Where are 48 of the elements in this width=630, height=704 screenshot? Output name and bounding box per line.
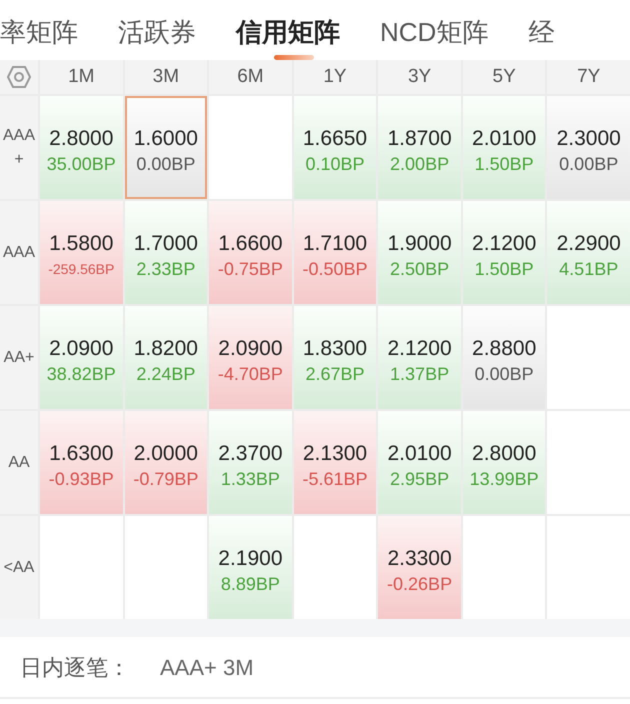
matrix-cell[interactable]: 1.9000 2.50BP xyxy=(378,201,461,304)
tab[interactable]: 率矩阵 xyxy=(0,14,78,50)
tab[interactable]: 经 xyxy=(528,14,554,50)
matrix-cell[interactable]: 2.0100 2.95BP xyxy=(378,411,461,514)
row-label: <AA xyxy=(2,558,36,578)
matrix-cell[interactable]: 2.0000 -0.79BP xyxy=(124,411,208,514)
matrix-cell[interactable]: 2.3000 0.00BP xyxy=(547,96,630,199)
matrix-cell[interactable]: 1.8700 2.00BP xyxy=(378,96,461,199)
matrix-cell[interactable]: 1.8300 2.67BP xyxy=(294,306,376,409)
tab[interactable]: NCD矩阵 xyxy=(380,14,488,50)
column-header: 3Y xyxy=(408,64,432,89)
matrix-cell[interactable]: 1.7000 2.33BP xyxy=(124,201,208,304)
row-label: AA+ xyxy=(2,348,36,368)
matrix-cell[interactable]: 1.5800 -259.56BP xyxy=(40,201,123,304)
matrix-cell[interactable]: 1.6650 0.10BP xyxy=(294,96,376,199)
footer-label: 日内逐笔： xyxy=(20,654,131,682)
row-label: AAA xyxy=(2,242,36,262)
column-header: 3M xyxy=(152,64,180,89)
column-header: 7Y xyxy=(577,64,600,89)
matrix-cell[interactable]: 2.2900 4.51BP xyxy=(547,201,630,304)
column-header: 1M xyxy=(68,64,94,89)
matrix-cell[interactable]: 2.3300 -0.26BP xyxy=(378,516,461,619)
matrix-cell[interactable]: 1.6300 -0.93BP xyxy=(40,411,123,514)
matrix-cell[interactable]: 2.8800 0.00BP xyxy=(462,306,546,409)
settings-icon[interactable] xyxy=(7,66,31,88)
column-header: 6M xyxy=(237,64,264,89)
matrix-cell[interactable]: 1.6600 -0.75BP xyxy=(209,201,292,304)
row-label: AA xyxy=(7,452,31,472)
matrix-cell[interactable]: 2.1200 1.50BP xyxy=(462,201,546,304)
footer-value: AAA+ 3M xyxy=(160,654,254,682)
tab[interactable]: 信用矩阵 xyxy=(236,14,340,50)
matrix-cell[interactable]: 2.0900 38.82BP xyxy=(40,306,123,409)
matrix-cell[interactable]: 2.3700 1.33BP xyxy=(209,411,292,514)
matrix-cell[interactable]: 2.1900 8.89BP xyxy=(209,516,292,619)
matrix-cell[interactable]: 2.8000 35.00BP xyxy=(40,96,123,199)
matrix-cell[interactable]: 2.1200 1.37BP xyxy=(378,306,461,409)
matrix-cell[interactable]: 2.1300 -5.61BP xyxy=(294,411,376,514)
row-label: AAA+ xyxy=(2,126,36,170)
matrix-cell[interactable]: 2.8000 13.99BP xyxy=(462,411,546,514)
matrix-cell[interactable]: 1.6000 0.00BP xyxy=(124,96,208,199)
column-header: 5Y xyxy=(492,64,516,89)
tab[interactable]: 活跃券 xyxy=(118,14,196,50)
matrix-cell[interactable]: 1.7100 -0.50BP xyxy=(294,201,376,304)
matrix-cell[interactable]: 2.0900 -4.70BP xyxy=(209,306,292,409)
column-header: 1Y xyxy=(323,64,347,89)
tab-indicator xyxy=(274,55,314,60)
matrix-cell[interactable]: 1.8200 2.24BP xyxy=(124,306,208,409)
matrix-cell[interactable]: 2.0100 1.50BP xyxy=(462,96,546,199)
